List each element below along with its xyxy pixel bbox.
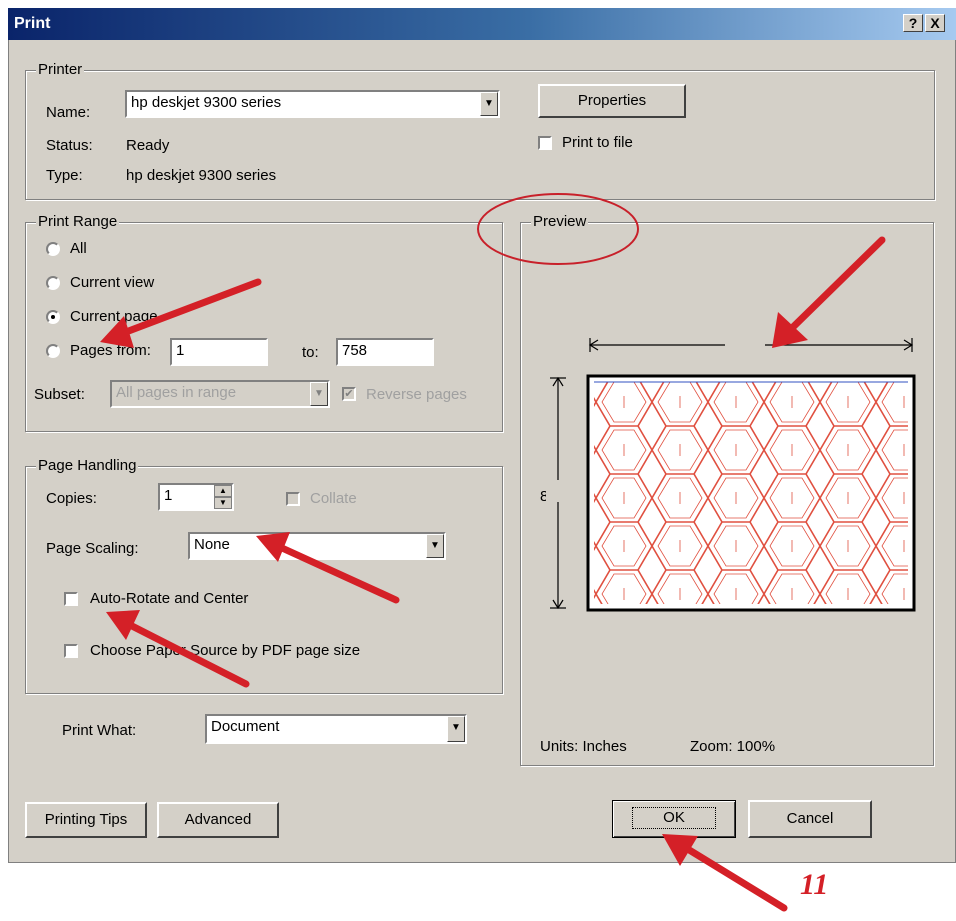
- annotation-page-number: 11: [800, 868, 829, 901]
- annotation-overlay: [100, 193, 886, 912]
- annotation-arrow-icon: [100, 236, 886, 912]
- preview-highlight-ellipse: [477, 193, 639, 265]
